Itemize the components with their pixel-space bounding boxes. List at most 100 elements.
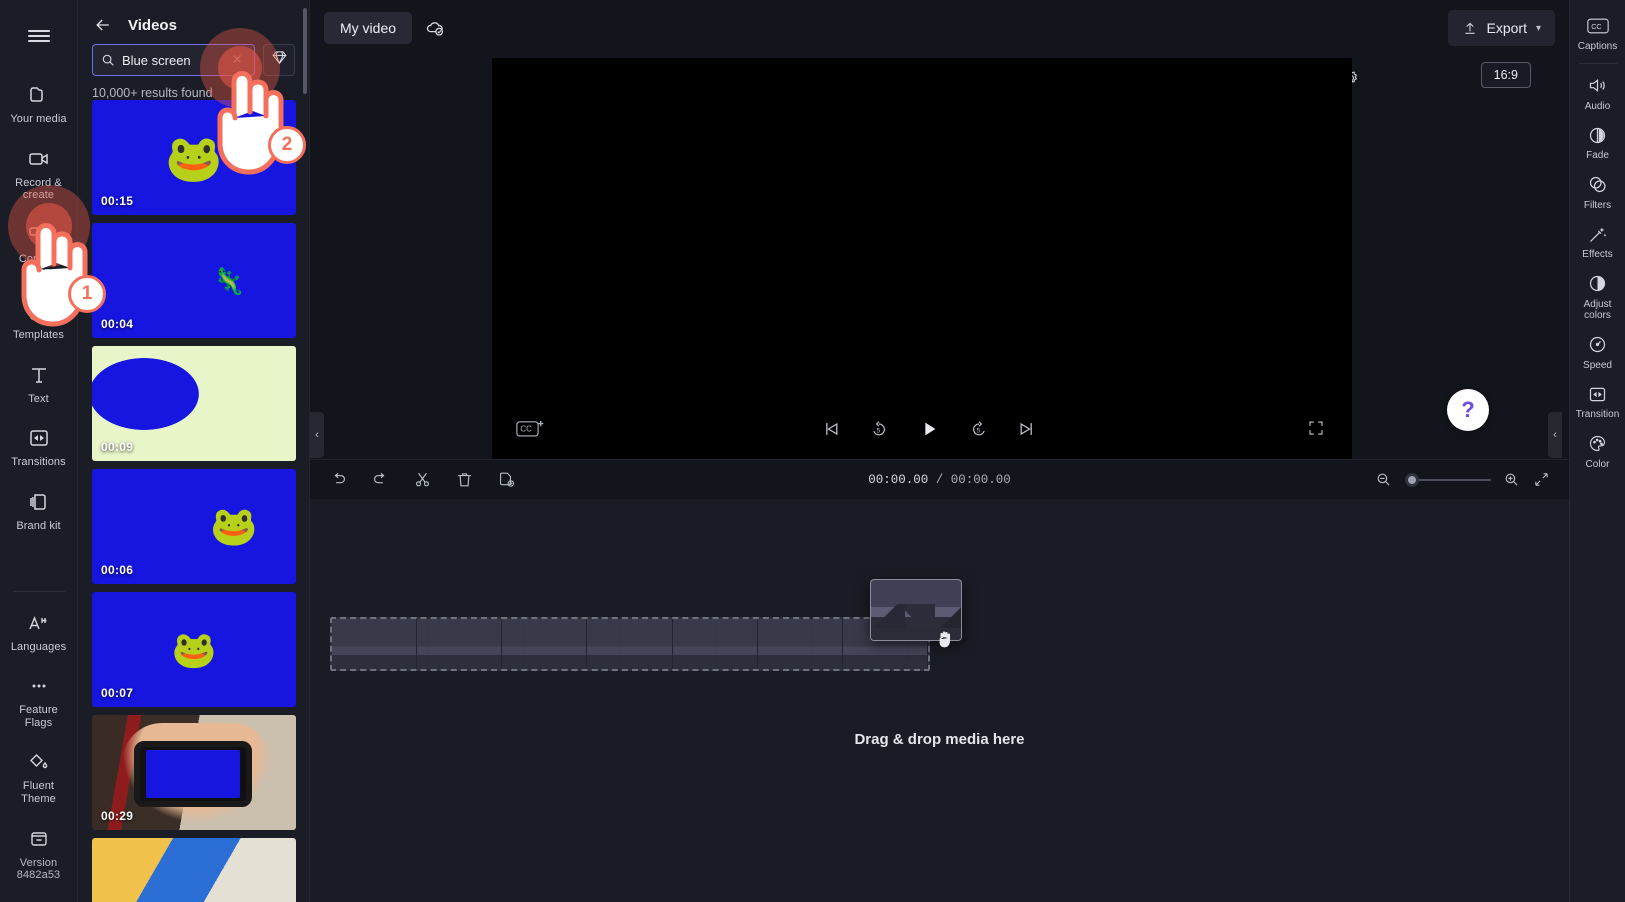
templates-icon bbox=[26, 298, 52, 324]
folder-icon bbox=[26, 82, 52, 108]
skip-back-icon[interactable] bbox=[820, 418, 842, 440]
search-input[interactable]: Blue screen bbox=[92, 44, 255, 76]
list-item[interactable]: 00:09 bbox=[92, 346, 296, 461]
svg-text:5: 5 bbox=[876, 427, 880, 434]
premium-filter-button[interactable] bbox=[263, 44, 295, 76]
timeline-zoom-controls bbox=[1375, 471, 1551, 489]
search-row: Blue screen bbox=[78, 44, 309, 76]
sidebar-item-content-library[interactable]: Content library bbox=[4, 214, 74, 284]
magic-wand-icon bbox=[1587, 223, 1609, 245]
skip-forward-icon[interactable] bbox=[1016, 418, 1038, 440]
zoom-in-icon[interactable] bbox=[1503, 471, 1521, 489]
fit-to-screen-icon[interactable] bbox=[1533, 471, 1551, 489]
sidebar-item-record-create[interactable]: Record & create bbox=[4, 138, 74, 208]
text-icon bbox=[26, 362, 52, 388]
cc-plus-icon[interactable]: CC bbox=[516, 418, 550, 440]
list-item[interactable]: 🐸 00:07 bbox=[92, 592, 296, 707]
sidebar-item-label: Record & create bbox=[15, 176, 62, 202]
help-button[interactable]: ? bbox=[1447, 389, 1489, 431]
transition-icon bbox=[1587, 383, 1609, 405]
prop-item-effects[interactable]: Effects bbox=[1571, 216, 1625, 266]
sidebar-item-label: Templates bbox=[12, 329, 65, 342]
zoom-slider[interactable] bbox=[1405, 472, 1491, 487]
list-item[interactable]: 00:29 bbox=[92, 715, 296, 830]
back-arrow-icon[interactable] bbox=[92, 14, 114, 36]
video-results-list[interactable]: 🐸 00:15 🦎 00:04 00:09 🐸 00:06 🐸 00:07 00… bbox=[78, 100, 309, 902]
fullscreen-icon[interactable] bbox=[1307, 419, 1327, 439]
scissors-icon[interactable] bbox=[412, 470, 432, 490]
sidebar-item-your-media[interactable]: Your media bbox=[4, 74, 74, 132]
sidebar-item-label: Your media bbox=[10, 113, 67, 125]
prop-item-transition[interactable]: Transition bbox=[1571, 376, 1625, 426]
total-time: 00:00.00 bbox=[950, 472, 1011, 487]
redo-icon[interactable] bbox=[370, 470, 390, 490]
sidebar-item-label: Languages bbox=[10, 640, 67, 653]
sidebar-item-fluent-theme[interactable]: Fluent Theme bbox=[4, 741, 74, 811]
prop-item-label: Captions bbox=[1577, 41, 1618, 52]
list-item[interactable]: 🐸 00:15 bbox=[92, 100, 296, 215]
duration-badge: 00:29 bbox=[101, 809, 134, 823]
sidebar-item-version[interactable]: Version 8482a53 bbox=[4, 818, 74, 888]
list-item[interactable]: 🦎 00:04 bbox=[92, 223, 296, 338]
undo-icon[interactable] bbox=[328, 470, 348, 490]
frog-icon: 🐸 bbox=[171, 628, 217, 670]
divider bbox=[12, 590, 65, 592]
transitions-icon bbox=[26, 425, 52, 451]
aspect-ratio-button[interactable]: 16:9 bbox=[1480, 62, 1531, 88]
video-preview-stage[interactable] bbox=[492, 58, 1352, 525]
prop-item-speed[interactable]: Speed bbox=[1571, 327, 1625, 377]
slider-handle[interactable] bbox=[1405, 472, 1419, 487]
prop-item-fade[interactable]: Fade bbox=[1571, 117, 1625, 167]
zoom-out-icon[interactable] bbox=[1375, 471, 1393, 489]
collapse-left-panel-button[interactable]: ‹ bbox=[310, 412, 324, 458]
sidebar-item-feature-flags[interactable]: Feature Flags bbox=[4, 665, 74, 735]
panel-scrollbar[interactable] bbox=[303, 8, 307, 94]
list-item[interactable] bbox=[92, 838, 296, 902]
ellipsis-icon bbox=[26, 673, 52, 699]
phone-shape bbox=[134, 741, 252, 807]
prop-item-color[interactable]: Color bbox=[1571, 426, 1625, 476]
svg-text:CC: CC bbox=[1591, 22, 1601, 31]
close-icon[interactable] bbox=[230, 52, 246, 68]
sidebar-item-templates[interactable]: Templates bbox=[4, 290, 74, 348]
prop-item-audio[interactable]: Audio bbox=[1571, 68, 1625, 118]
theme-droplet-icon bbox=[26, 749, 52, 775]
prop-item-label: Audio bbox=[1584, 100, 1611, 112]
trash-icon[interactable] bbox=[454, 470, 474, 490]
left-navigation-rail: Your media Record & create Content libra… bbox=[0, 0, 78, 902]
svg-text:5: 5 bbox=[976, 427, 980, 434]
sidebar-item-label: Text bbox=[28, 392, 49, 405]
lizard-icon: 🦎 bbox=[212, 265, 246, 296]
sidebar-item-transitions[interactable]: Transitions bbox=[4, 417, 74, 475]
rewind-5-icon[interactable]: 5 bbox=[868, 418, 890, 440]
duplicate-icon[interactable] bbox=[496, 470, 516, 490]
duration-badge: 00:09 bbox=[101, 440, 134, 454]
list-item[interactable]: 🐸 00:06 bbox=[92, 469, 296, 584]
content-library-icon bbox=[26, 222, 52, 248]
chevron-down-icon: ▾ bbox=[1535, 22, 1541, 34]
chevron-left-icon: ‹ bbox=[1553, 429, 1557, 441]
version-box-icon bbox=[26, 826, 52, 852]
forward-5-icon[interactable]: 5 bbox=[968, 418, 990, 440]
sidebar-item-label: Content library bbox=[18, 252, 59, 278]
prop-item-captions[interactable]: CC Captions bbox=[1571, 8, 1625, 58]
clip-frames bbox=[332, 619, 928, 669]
prop-item-label: Fade bbox=[1586, 150, 1609, 161]
timeline-canvas[interactable]: Drag & drop media here bbox=[310, 499, 1569, 902]
sidebar-item-brand-kit[interactable]: Brand kit bbox=[4, 481, 74, 539]
fade-circle-icon bbox=[1587, 124, 1609, 146]
play-icon[interactable] bbox=[916, 416, 942, 442]
video-camera-icon bbox=[26, 146, 52, 172]
sidebar-item-languages[interactable]: Languages bbox=[4, 602, 74, 660]
hamburger-icon[interactable] bbox=[17, 14, 61, 58]
sidebar-item-label: Version 8482a53 bbox=[16, 856, 61, 882]
prop-item-filters[interactable]: Filters bbox=[1571, 167, 1625, 217]
palette-icon bbox=[1587, 433, 1609, 455]
export-button[interactable]: Export ▾ bbox=[1447, 10, 1555, 46]
prop-item-adjust-colors[interactable]: Adjust colors bbox=[1571, 266, 1625, 327]
sidebar-item-text[interactable]: Text bbox=[4, 354, 74, 412]
project-title[interactable]: My video bbox=[324, 12, 413, 44]
export-button-label: Export bbox=[1486, 20, 1527, 36]
collapse-right-panel-button[interactable]: ‹ bbox=[1548, 412, 1562, 458]
prop-item-label: Transition bbox=[1575, 409, 1620, 420]
